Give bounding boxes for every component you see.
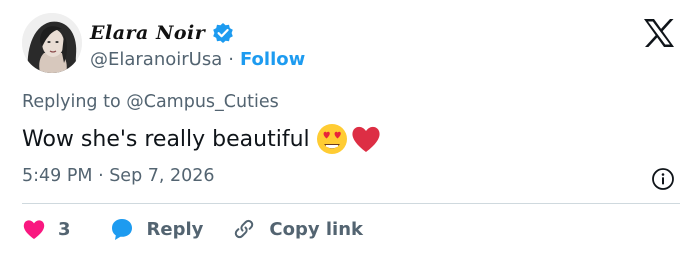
heart-icon — [22, 218, 46, 240]
heart-eyes-emoji — [316, 123, 348, 155]
divider — [22, 203, 680, 204]
tweet-body: Wow she's really beautiful — [22, 121, 382, 157]
tweet-timestamp[interactable]: 5:49 PM · Sep 7, 2026 — [22, 166, 215, 186]
x-logo-icon[interactable] — [642, 18, 676, 48]
reply-button[interactable]: Reply — [109, 217, 204, 241]
author-name-row: Elara Noir — [90, 20, 234, 46]
like-button[interactable]: 3 — [22, 218, 71, 240]
info-icon[interactable] — [651, 167, 675, 191]
tweet-text: Wow she's really beautiful — [22, 126, 310, 152]
like-count: 3 — [58, 218, 71, 240]
reply-label: Reply — [146, 218, 204, 240]
link-icon — [231, 216, 257, 242]
avatar[interactable] — [22, 13, 82, 73]
author-handle[interactable]: @ElaranoirUsa — [90, 49, 222, 70]
copy-link-label: Copy link — [269, 218, 363, 240]
separator-dot: · — [228, 48, 234, 70]
copy-link-button[interactable]: Copy link — [231, 216, 363, 242]
verified-badge-icon — [212, 22, 234, 44]
replying-to-text: Replying to @Campus_Cuties — [22, 92, 279, 112]
author-handle-row: @ElaranoirUsa · Follow — [90, 47, 305, 71]
action-bar: 3 Reply Copy link — [22, 213, 363, 245]
follow-button[interactable]: Follow — [240, 49, 305, 70]
tweet-card: Elara Noir @ElaranoirUsa · Follow Replyi… — [0, 0, 700, 256]
red-heart-emoji — [350, 123, 382, 155]
author-display-name[interactable]: Elara Noir — [90, 22, 205, 44]
reply-bubble-icon — [109, 217, 135, 241]
